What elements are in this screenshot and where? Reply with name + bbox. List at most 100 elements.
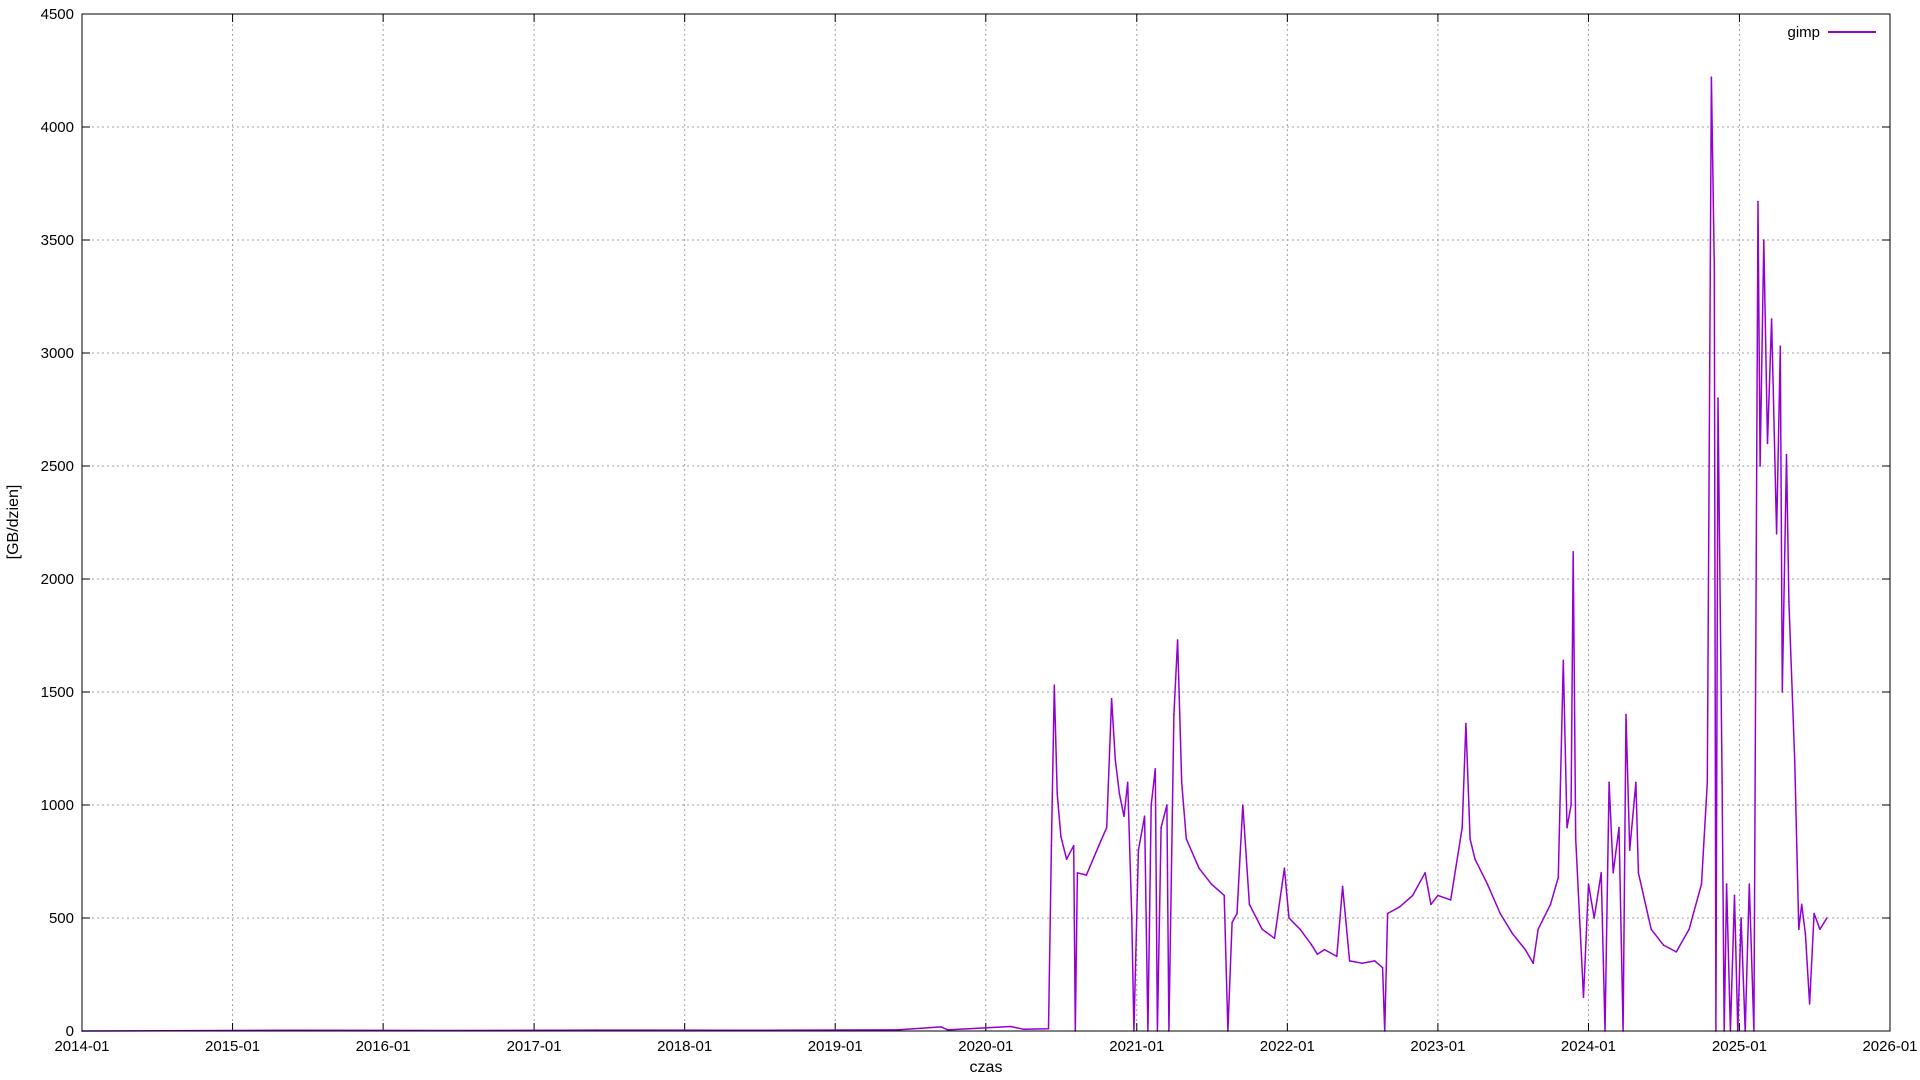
data-point — [1210, 883, 1213, 885]
data-point — [1449, 899, 1452, 901]
data-point — [1411, 894, 1414, 897]
data-point — [1826, 917, 1828, 919]
data-point — [1781, 691, 1784, 693]
data-point — [947, 1029, 949, 1031]
data-point — [1566, 826, 1568, 829]
data-point — [1557, 876, 1560, 879]
data-point — [1662, 944, 1665, 946]
data-point — [1283, 867, 1286, 870]
data-point — [1248, 903, 1251, 906]
y-tick-label: 1500 — [41, 684, 74, 701]
data-point — [1700, 883, 1703, 885]
data-point — [1236, 912, 1238, 915]
y-tick-label: 3500 — [41, 232, 74, 249]
data-point — [1361, 962, 1363, 964]
data-point — [1766, 442, 1769, 445]
data-point — [1110, 698, 1113, 700]
data-point — [1511, 933, 1514, 935]
x-tick-label: 2018-01 — [657, 1038, 712, 1055]
data-point — [1593, 917, 1595, 919]
data-point — [1299, 928, 1301, 931]
data-point — [1173, 713, 1175, 716]
data-point — [1770, 318, 1773, 320]
x-tick-label: 2016-01 — [356, 1038, 411, 1055]
data-point — [1524, 948, 1527, 951]
data-point — [1437, 894, 1439, 897]
x-tick-label: 2026-01 — [1862, 1038, 1917, 1055]
data-point — [1273, 937, 1276, 940]
data-point — [1310, 944, 1313, 946]
data-point — [1808, 1003, 1811, 1005]
data-point — [1612, 872, 1614, 874]
data-point — [1537, 928, 1539, 931]
data-point — [1721, 781, 1723, 784]
y-axis-label: [GB/dzien] — [5, 485, 22, 560]
x-tick-label: 2015-01 — [205, 1038, 260, 1055]
data-point — [1430, 903, 1432, 906]
data-point — [1785, 453, 1788, 456]
data-point — [1341, 885, 1344, 888]
data-point — [1056, 792, 1058, 795]
x-tick-label: 2017-01 — [507, 1038, 562, 1055]
data-point — [1105, 826, 1108, 829]
y-tick-label: 4000 — [41, 119, 74, 136]
data-point — [1176, 639, 1179, 641]
data-point — [1118, 792, 1121, 795]
data-point — [1154, 768, 1157, 770]
data-point — [1499, 912, 1501, 915]
data-point — [1348, 960, 1351, 962]
data-point — [1474, 858, 1476, 860]
data-point — [1549, 903, 1552, 906]
data-point — [1813, 912, 1815, 915]
data-point — [1461, 826, 1463, 829]
data-point — [1469, 838, 1471, 840]
data-point — [1399, 905, 1401, 908]
data-point — [1009, 1025, 1012, 1028]
data-point — [1131, 917, 1133, 919]
y-tick-label: 2500 — [41, 458, 74, 475]
data-point — [940, 1026, 942, 1028]
data-point — [1570, 804, 1572, 806]
data-point — [1223, 894, 1225, 897]
data-point — [1532, 962, 1534, 964]
data-point — [1625, 713, 1627, 716]
data-point — [1424, 872, 1426, 874]
y-tick-label: 2000 — [41, 571, 74, 588]
x-tick-label: 2025-01 — [1712, 1038, 1767, 1055]
data-point — [1618, 826, 1620, 829]
legend-label-gimp: gimp — [1787, 24, 1820, 41]
y-tick-label: 4500 — [41, 6, 74, 23]
data-point — [1123, 815, 1125, 818]
data-point — [1316, 953, 1319, 955]
x-tick-label: 2022-01 — [1260, 1038, 1315, 1055]
data-point — [1725, 883, 1728, 885]
data-point — [1150, 804, 1152, 806]
data-point — [1717, 397, 1719, 400]
data-point — [1798, 928, 1800, 931]
data-point — [1288, 917, 1290, 919]
data-point — [1166, 804, 1168, 806]
data-point — [1628, 849, 1631, 851]
data-point — [1779, 345, 1782, 348]
data-point — [1713, 266, 1716, 268]
data-point — [1198, 867, 1200, 870]
data-point — [1710, 76, 1713, 79]
y-tick-label: 3000 — [41, 345, 74, 362]
data-point — [1060, 835, 1062, 838]
data-point — [1706, 781, 1709, 784]
x-tick-label: 2024-01 — [1561, 1038, 1616, 1055]
data-point — [1486, 883, 1489, 885]
data-point — [1793, 759, 1796, 761]
data-point — [1242, 804, 1244, 806]
data-point — [1085, 874, 1088, 876]
data-point — [1775, 533, 1778, 535]
data-point — [1126, 781, 1129, 784]
data-point — [1180, 781, 1183, 784]
data-point — [1587, 883, 1590, 885]
data-point — [1137, 849, 1140, 851]
x-tick-label: 2020-01 — [958, 1038, 1013, 1055]
data-point — [1336, 955, 1338, 958]
data-point — [1637, 872, 1640, 874]
data-point — [1608, 781, 1610, 784]
data-point — [1572, 551, 1574, 553]
